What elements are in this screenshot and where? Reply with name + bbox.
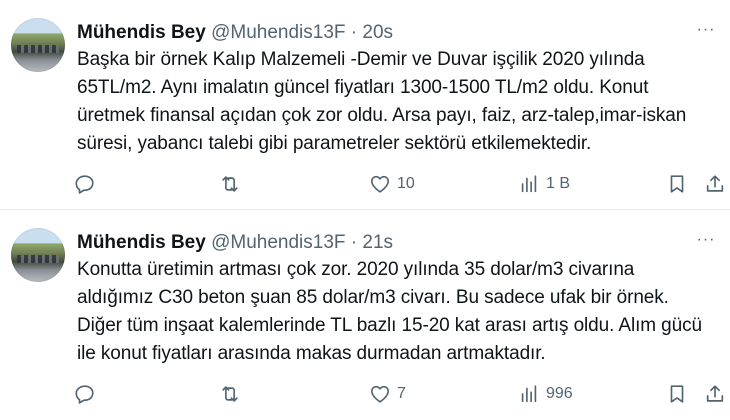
- tweet-text: Başka bir örnek Kalıp Malzemeli -Demir v…: [77, 46, 722, 158]
- tweet-text-line: Diğer tüm inşaat kalemlerinde TL bazlı 1…: [77, 315, 702, 336]
- share-icon: [706, 385, 724, 402]
- tweet-text-line: ile konut fiyatları arasında makas durma…: [77, 343, 546, 364]
- tweet-text-line: süresi, yabancı talebi gibi parametreler…: [77, 133, 592, 154]
- view-count: 996: [546, 385, 573, 402]
- like-button[interactable]: 7: [369, 381, 406, 407]
- bookmark-icon: [670, 175, 684, 193]
- tweet[interactable]: Mühendis Bey @Muhendis13F · 21s ··· Konu…: [0, 209, 730, 418]
- tweet-time[interactable]: 20s: [362, 22, 393, 43]
- reply-button[interactable]: [74, 381, 102, 407]
- retweet-button[interactable]: [219, 381, 247, 407]
- tweet-text-line: Başka bir örnek Kalıp Malzemeli -Demir v…: [77, 49, 645, 70]
- more-options-icon[interactable]: ···: [694, 22, 718, 42]
- tweet-header: Mühendis Bey @Muhendis13F · 20s: [77, 21, 393, 45]
- retweet-icon: [222, 386, 238, 402]
- author-handle[interactable]: @Muhendis13F: [211, 232, 345, 253]
- author-handle[interactable]: @Muhendis13F: [211, 22, 345, 43]
- reply-icon: [75, 175, 94, 194]
- views-button[interactable]: 1 B: [518, 171, 570, 197]
- like-icon: [370, 175, 390, 193]
- views-button[interactable]: 996: [518, 381, 573, 407]
- view-count: 1 B: [546, 175, 571, 192]
- more-options-icon[interactable]: ···: [694, 232, 718, 252]
- like-button[interactable]: 10: [369, 171, 415, 197]
- tweet-text: Konutta üretimin artması çok zor. 2020 y…: [77, 256, 722, 368]
- share-button[interactable]: [704, 381, 726, 407]
- avatar[interactable]: [11, 228, 65, 282]
- bookmark-button[interactable]: [666, 381, 688, 407]
- reply-icon: [75, 385, 94, 404]
- views-icon: [521, 175, 537, 193]
- tweet-text-line: aldığımız C30 beton şuan 85 dolar/m3 civ…: [77, 287, 669, 308]
- bookmark-button[interactable]: [666, 171, 688, 197]
- like-count: 7: [397, 385, 406, 402]
- tweet-text-line: Konutta üretimin artması çok zor. 2020 y…: [77, 259, 635, 280]
- bookmark-icon: [670, 385, 684, 403]
- avatar[interactable]: [11, 18, 65, 72]
- like-icon: [370, 385, 390, 403]
- reply-button[interactable]: [74, 171, 102, 197]
- tweet-time[interactable]: 21s: [362, 232, 393, 253]
- tweet-header: Mühendis Bey @Muhendis13F · 21s: [77, 231, 393, 255]
- tweet[interactable]: Mühendis Bey @Muhendis13F · 20s ··· Başk…: [0, 0, 730, 209]
- tweet-text-line: üretmek finansal açıdan çok zor oldu. Ar…: [77, 105, 687, 126]
- action-bar: 10 1 B: [74, 171, 724, 197]
- action-bar: 7 996: [74, 381, 724, 407]
- author-name[interactable]: Mühendis Bey: [77, 232, 206, 253]
- tweet-text-line: 65TL/m2. Aynı imalatın güncel fiyatları …: [77, 77, 649, 98]
- separator-dot: ·: [350, 22, 358, 43]
- share-icon: [706, 175, 724, 192]
- retweet-button[interactable]: [219, 171, 247, 197]
- like-count: 10: [397, 175, 415, 192]
- author-name[interactable]: Mühendis Bey: [77, 22, 206, 43]
- separator-dot: ·: [350, 232, 358, 253]
- share-button[interactable]: [704, 171, 726, 197]
- views-icon: [521, 385, 537, 403]
- retweet-icon: [222, 176, 238, 192]
